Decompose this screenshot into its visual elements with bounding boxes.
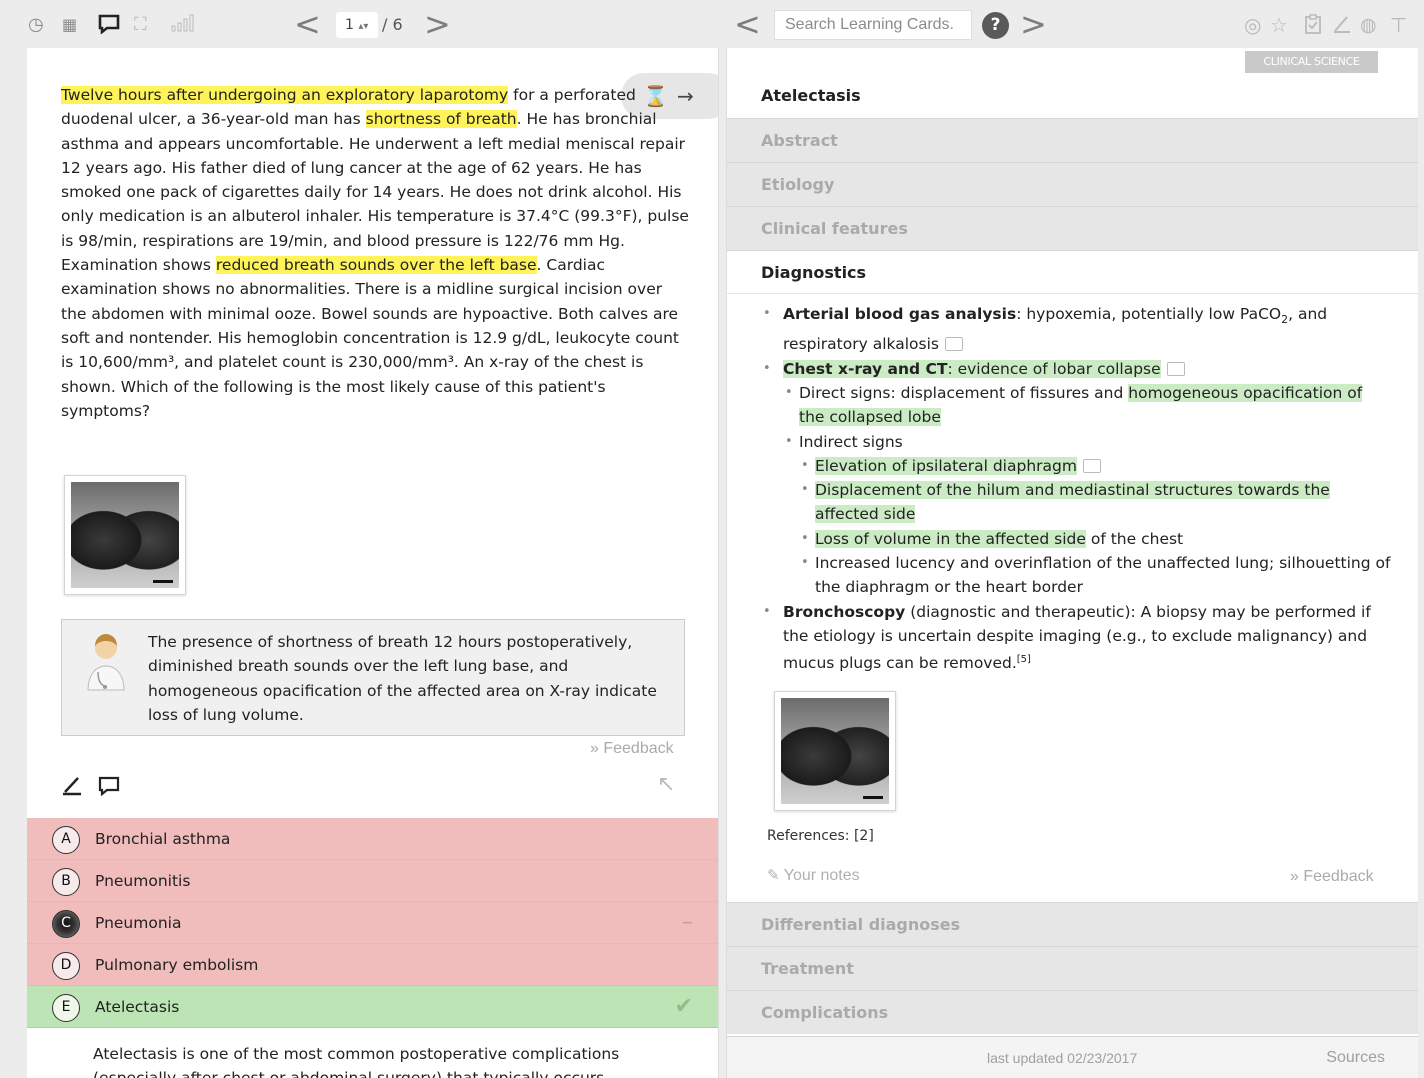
- answer-letter: D: [52, 952, 80, 980]
- target-icon[interactable]: ◎: [1244, 14, 1261, 36]
- prev-card-icon[interactable]: <: [734, 6, 761, 42]
- pencil-icon: ✎: [767, 867, 780, 884]
- cursor-icon: ↖: [657, 772, 676, 797]
- xray-image: [71, 482, 179, 588]
- answer-option-c[interactable]: C Pneumonia –: [27, 902, 718, 944]
- answer-explanation: Atelectasis is one of the most common po…: [93, 1045, 620, 1078]
- list-item: Indirect signs Elevation of ipsilateral …: [783, 430, 1391, 600]
- section-etiology[interactable]: Etiology: [727, 162, 1418, 206]
- section-abstract[interactable]: Abstract: [727, 118, 1418, 162]
- answer-option-e[interactable]: E Atelectasis ✔: [27, 986, 718, 1028]
- card-footer: last updated 02/23/2017 Sources: [727, 1036, 1418, 1078]
- references-label: References: [2]: [767, 828, 874, 844]
- doctor-avatar-icon: [87, 634, 125, 691]
- next-card-icon[interactable]: >: [1020, 6, 1047, 42]
- comment-icon[interactable]: [1082, 458, 1101, 473]
- answer-label: Pneumonia: [95, 914, 182, 932]
- prev-question-icon[interactable]: <: [294, 6, 321, 42]
- section-treatment[interactable]: Treatment: [727, 946, 1418, 990]
- question-part: shortness of breath: [365, 110, 517, 129]
- explanation-box: The presence of shortness of breath 12 h…: [61, 619, 685, 736]
- toolbar: ◷ ▦ ⛶ < 1 ▴▾ / 6 > < Search Learning Car…: [0, 0, 1424, 50]
- last-updated: last updated 02/23/2017: [987, 1050, 1138, 1066]
- answer-letter: A: [52, 826, 80, 854]
- explanation-text: The presence of shortness of breath 12 h…: [148, 633, 657, 724]
- section-differential-diagnoses[interactable]: Differential diagnoses: [727, 902, 1418, 946]
- list-item: Elevation of ipsilateral diaphragm: [799, 454, 1391, 478]
- comment-icon[interactable]: [98, 776, 120, 802]
- stats-icon[interactable]: [170, 14, 194, 36]
- answer-letter: B: [52, 868, 80, 896]
- minus-icon: –: [682, 910, 693, 935]
- clipboard-icon[interactable]: [1304, 14, 1322, 36]
- clock-icon[interactable]: ◷: [28, 14, 44, 36]
- section-clinical-features[interactable]: Clinical features: [727, 206, 1418, 250]
- answer-label: Pulmonary embolism: [95, 956, 259, 974]
- answer-option-a[interactable]: A Bronchial asthma: [27, 818, 718, 860]
- list-item: Direct signs: displacement of fissures a…: [783, 381, 1391, 430]
- question-part: . Cardiac examination shows no abnormali…: [61, 256, 679, 420]
- sources-link[interactable]: Sources: [1326, 1037, 1385, 1078]
- list-item: Arterial blood gas analysis: hypoxemia, …: [761, 302, 1391, 357]
- next-question-icon[interactable]: >: [424, 6, 451, 42]
- learning-card-pane: CLINICAL SCIENCE Atelectasis Abstract Et…: [726, 48, 1418, 1078]
- card-feedback-link[interactable]: » Feedback: [1290, 868, 1374, 886]
- notes-input[interactable]: ✎ Your notes: [767, 866, 860, 885]
- page-number-input[interactable]: 1 ▴▾: [336, 12, 378, 38]
- search-input[interactable]: Search Learning Cards.: [774, 10, 972, 40]
- chest-xray-thumbnail[interactable]: [64, 475, 186, 595]
- question-feedback-link[interactable]: » Feedback: [590, 740, 674, 758]
- answer-letter: E: [52, 994, 80, 1022]
- card-title: Atelectasis: [727, 74, 1418, 118]
- category-badge: CLINICAL SCIENCE: [1245, 51, 1378, 73]
- star-icon[interactable]: ☆: [1270, 14, 1288, 36]
- annotation-tools: [61, 774, 120, 802]
- comment-icon[interactable]: [1166, 361, 1185, 376]
- question-part: Twelve hours after undergoing an explora…: [61, 86, 509, 104]
- question-part: reduced breath sounds over the left base: [215, 256, 537, 275]
- answer-option-b[interactable]: B Pneumonitis: [27, 860, 718, 902]
- font-size-icon[interactable]: ⊤: [1390, 14, 1407, 36]
- fullscreen-icon[interactable]: ⛶: [134, 14, 147, 36]
- answer-label: Atelectasis: [95, 998, 180, 1016]
- list-item: Loss of volume in the affected side of t…: [799, 527, 1391, 552]
- list-item: Increased lucency and overinflation of t…: [799, 551, 1391, 600]
- answer-label: Bronchial asthma: [95, 830, 231, 848]
- question-part: . He has bronchial asthma and appears un…: [61, 110, 689, 275]
- comment-icon[interactable]: [98, 14, 120, 36]
- section-complications[interactable]: Complications: [727, 990, 1418, 1034]
- pen-icon[interactable]: [1332, 14, 1352, 36]
- question-text: Twelve hours after undergoing an explora…: [61, 83, 691, 423]
- comment-icon[interactable]: [944, 337, 963, 352]
- question-pane: ⌛ → Twelve hours after undergoing an exp…: [27, 48, 719, 1078]
- answer-option-d[interactable]: D Pulmonary embolism: [27, 944, 718, 986]
- list-item: Bronchoscopy (diagnostic and therapeutic…: [761, 600, 1391, 676]
- chest-xray-thumbnail[interactable]: [774, 691, 896, 811]
- section-diagnostics[interactable]: Diagnostics: [727, 250, 1418, 294]
- list-item: Displacement of the hilum and mediastina…: [799, 478, 1391, 527]
- xray-image: [781, 698, 889, 804]
- answer-letter: C: [52, 910, 80, 938]
- answer-list: A Bronchial asthma B Pneumonitis C Pneum…: [27, 818, 718, 1028]
- page-total: / 6: [382, 15, 403, 34]
- grid-icon[interactable]: ▦: [62, 14, 77, 36]
- diagnostics-content: Arterial blood gas analysis: hypoxemia, …: [761, 302, 1391, 676]
- list-item: Chest x-ray and CT: evidence of lobar co…: [761, 357, 1391, 600]
- answer-label: Pneumonitis: [95, 872, 191, 890]
- notes-placeholder: Your notes: [783, 867, 860, 884]
- stepper-icon[interactable]: ▴▾: [358, 21, 368, 32]
- highlighter-icon[interactable]: [61, 777, 92, 802]
- help-icon[interactable]: ?: [982, 12, 1009, 39]
- checkmark-icon: ✔: [674, 994, 693, 1019]
- globe-icon[interactable]: ◍: [1360, 14, 1377, 36]
